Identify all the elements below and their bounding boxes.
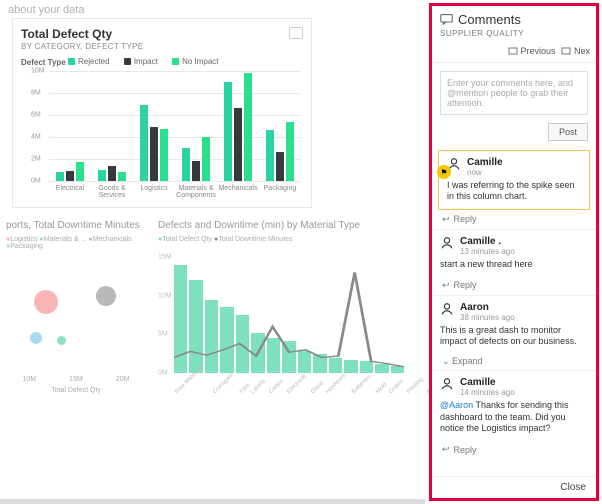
top-tab-label: about your data (0, 0, 425, 20)
dashboard-main: about your data Total Defect Qty BY CATE… (0, 0, 425, 504)
comment-author: Camille (460, 377, 515, 388)
scrollbar-horizontal[interactable] (0, 499, 425, 504)
comments-header: Comments (458, 12, 521, 27)
comment-body: start a new thread here (440, 259, 588, 270)
reply-button[interactable]: Reply (432, 276, 596, 295)
comment-author: Aaron (460, 302, 515, 313)
avatar-icon (440, 377, 454, 391)
comment-time: 38 minutes ago (460, 313, 515, 322)
swatch-impact (124, 58, 131, 65)
comment-body: I was referring to the spike seen in thi… (447, 180, 581, 203)
bubble-point (34, 290, 58, 314)
avatar-icon (440, 236, 454, 250)
comment-item[interactable]: Aaron38 minutes ago This is a great dash … (432, 295, 596, 354)
bubble-point (96, 286, 116, 306)
combo-legend: ●Total Defect Qty ●Total Downtime Minute… (158, 236, 413, 243)
comment-item[interactable]: ⚑CamillenowI was referring to the spike … (438, 150, 590, 210)
comments-context: SUPPLIER QUALITY (440, 29, 588, 38)
chart-card-combo[interactable]: ●Total Defect Qty ●Total Downtime Minute… (158, 236, 413, 406)
bubble-point (30, 332, 42, 344)
comment-author: Camille . (460, 236, 515, 247)
swatch-rejected (68, 58, 75, 65)
comment-item[interactable]: Camille14 minutes ago @Aaron Thanks for s… (432, 370, 596, 440)
expand-button[interactable]: Expand (432, 353, 596, 370)
post-button[interactable]: Post (548, 123, 588, 141)
comment-time: 14 minutes ago (460, 388, 515, 397)
card-subtitle: BY CATEGORY, DEFECT TYPE (21, 42, 303, 51)
bubble-xaxis-label: Total Defect Qty (6, 387, 146, 394)
comments-panel: Comments SUPPLIER QUALITY Previous Nex E… (429, 3, 599, 501)
bubble-point (57, 336, 66, 345)
swatch-noimpact (172, 58, 179, 65)
bubble-plot (6, 254, 146, 374)
grouped-bar-chart: 0M2M4M6M8M10MElectricalGoods & ServicesL… (31, 71, 301, 201)
bubble-legend: ●Logistics ●Materials & ... ●Mechanicals… (6, 236, 146, 250)
comment-icon (440, 13, 453, 26)
reply-button[interactable]: Reply (432, 210, 596, 229)
reply-button[interactable]: Reply (432, 440, 596, 459)
comment-time: 13 minutes ago (460, 247, 515, 256)
next-button[interactable]: Nex (561, 46, 590, 56)
chart3-title: Defects and Downtime (min) by Material T… (158, 220, 360, 231)
comment-input[interactable]: Enter your comments here, and @mention p… (440, 71, 588, 115)
prev-button[interactable]: Previous (508, 46, 556, 56)
comment-icon[interactable] (289, 27, 303, 39)
chart-legend: Defect Type Rejected Impact No Impact (21, 57, 303, 67)
comment-body: This is a great dash to monitor impact o… (440, 325, 588, 348)
comment-author: Camille (467, 157, 503, 168)
chart-card-bubble[interactable]: ●Logistics ●Materials & ... ●Mechanicals… (6, 236, 146, 396)
avatar-icon (440, 302, 454, 316)
close-button[interactable]: Close (432, 476, 596, 498)
card-title: Total Defect Qty (21, 27, 303, 41)
comment-time: now (467, 168, 503, 177)
combo-chart: 0M5M10M15MRaw MaterialsCorrugateFilmLabe… (158, 257, 408, 397)
comment-item[interactable]: Camille .13 minutes ago start a new threa… (432, 229, 596, 276)
chart2-title: ports, Total Downtime Minutes (6, 220, 140, 231)
comment-body: @Aaron Thanks for sending this dashboard… (440, 400, 588, 434)
chart-card-defect-qty[interactable]: Total Defect Qty BY CATEGORY, DEFECT TYP… (12, 18, 312, 208)
comment-thread: ⚑CamillenowI was referring to the spike … (432, 147, 596, 476)
